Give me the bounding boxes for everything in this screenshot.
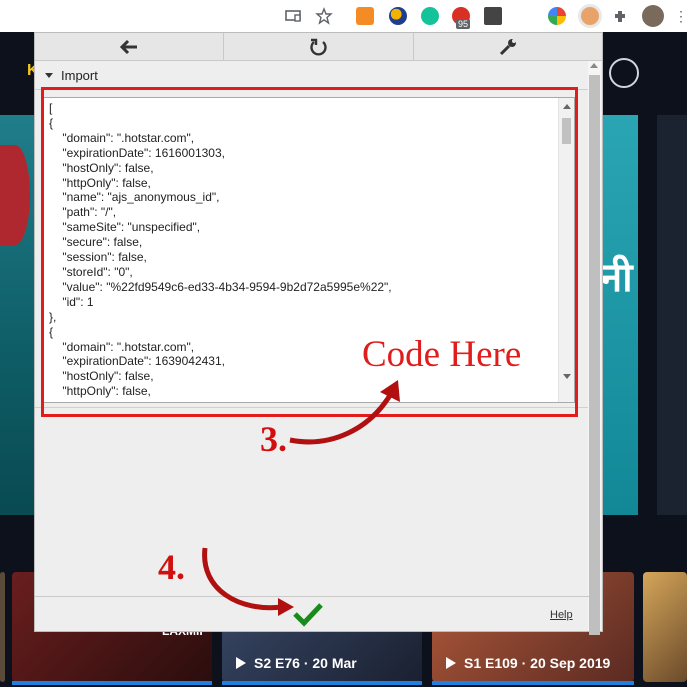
- arrow-step-4: [202, 547, 283, 611]
- arrow-step-4-head: [278, 598, 294, 616]
- annotation-arrows: [202, 380, 400, 616]
- arrow-step-3: [289, 390, 395, 445]
